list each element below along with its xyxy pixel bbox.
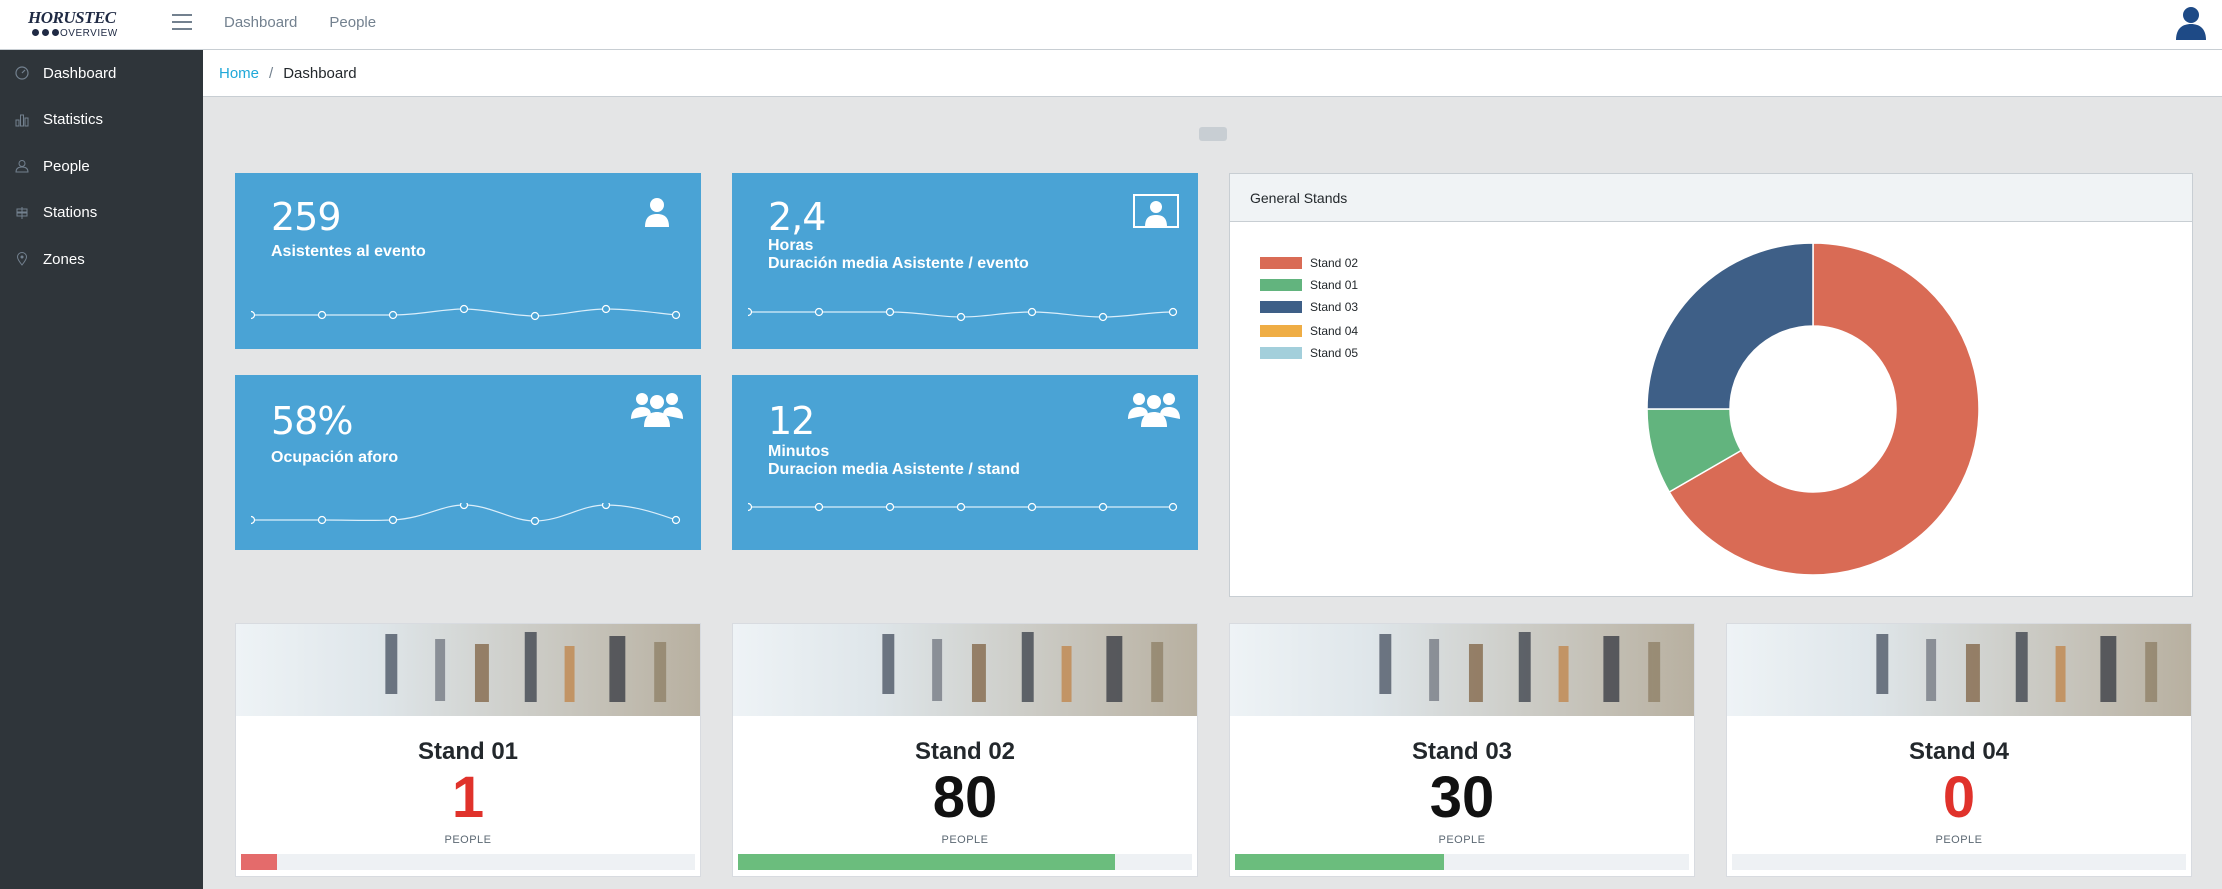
stand-card-01[interactable]: Stand 01 1 PEOPLE [235,623,701,877]
avatar[interactable] [2174,4,2208,40]
sidebar-item-stations[interactable]: Stations [0,190,203,237]
logo-subtitle: OVERVIEW [60,28,118,39]
kpi-sparkline [251,503,681,526]
users-group-icon [631,393,683,427]
sidebar-item-label: Zones [43,250,85,268]
legend-swatch [1260,257,1302,269]
stand-card-04[interactable]: Stand 04 0 PEOPLE [1726,623,2192,877]
stand-count: 1 [451,765,485,830]
user-icon [645,198,669,227]
breadcrumb-home-link[interactable]: Home [219,65,259,82]
legend-swatch [1260,279,1302,291]
kpi-sparkline [748,502,1178,512]
legend-label: Stand 01 [1310,278,1359,292]
sidebar-item-statistics[interactable]: Statistics [0,97,203,144]
kpi-sublabel: Duracion media Asistente / stand [768,461,1020,478]
user-icon [15,160,29,173]
panel-title: General Stands [1230,174,2192,222]
user-portrait-icon [1133,194,1179,228]
legend-item-stand-05[interactable]: Stand 05 [1260,342,1358,364]
stand-progress-bar [1732,854,2186,870]
kpi-label: Ocupación aforo [271,449,399,466]
breadcrumb: Home / Dashboard [203,50,2222,97]
kpi-card-hours: 2,4 Horas Duración media Asistente / eve… [732,173,1198,349]
sidebar-item-label: People [43,157,90,175]
stand-unit: PEOPLE [1935,834,1983,846]
stand-progress-fill [738,854,1115,870]
location-pin-icon [16,252,28,267]
kpi-card-minutes: 12 Minutos Duracion media Asistente / st… [732,375,1198,550]
legend-label: Stand 05 [1310,346,1359,360]
sidebar-item-label: Stations [43,204,98,222]
breadcrumb-separator: / [269,64,274,82]
donut-chart [1646,242,1980,576]
general-stands-panel: General Stands Stand 02 Stand 01 Stand 0… [1229,173,2193,597]
legend-label: Stand 03 [1310,300,1359,314]
kpi-label: Asistentes al evento [271,243,426,260]
crowd-photo [236,624,700,716]
kpi-value: 12 [768,399,815,443]
bar-chart-icon [15,114,29,127]
stand-count: 80 [932,765,998,830]
kpi-sparkline [251,304,681,321]
crowd-photo [1230,624,1694,716]
kpi-sparkline [748,307,1178,322]
stand-progress-bar [241,854,695,870]
legend-swatch [1260,347,1302,359]
top-nav: Dashboard People [224,14,376,31]
kpi-sublabel: Duración media Asistente / evento [768,255,1029,272]
kpi-label: Horas [768,237,814,254]
breadcrumb-current: Dashboard [283,64,357,82]
logo-brand: HORUSTEC [28,8,116,27]
legend-item-stand-01[interactable]: Stand 01 [1260,274,1358,296]
legend-item-stand-02[interactable]: Stand 02 [1260,252,1358,274]
menu-toggle-icon[interactable] [172,14,192,30]
donut-slice-stand-03[interactable] [1646,242,1814,410]
chart-legend: Stand 02 Stand 01 Stand 03 Stand 04 Stan… [1260,252,1358,364]
stand-unit: PEOPLE [444,834,492,846]
speedometer-icon [15,66,29,80]
kpi-value: 58% [271,399,353,443]
stand-card-03[interactable]: Stand 03 30 PEOPLE [1229,623,1695,877]
logo-dots [32,29,59,36]
legend-label: Stand 04 [1310,324,1359,338]
legend-item-stand-03[interactable]: Stand 03 [1260,296,1358,318]
stand-progress-fill [241,854,278,870]
legend-swatch [1260,301,1302,313]
stand-count: 0 [1942,765,1976,830]
stand-unit: PEOPLE [941,834,989,846]
kpi-value: 2,4 [768,195,826,239]
signpost-icon [16,206,28,219]
stand-progress-fill [1235,854,1444,870]
stand-progress-bar [738,854,1192,870]
stand-progress-bar [1235,854,1689,870]
kpi-card-occupancy: 58% Ocupación aforo [235,375,701,550]
kpi-value: 259 [271,195,342,239]
sidebar-item-label: Statistics [43,111,104,129]
collapse-handle[interactable] [1199,127,1227,141]
legend-label: Stand 02 [1310,256,1359,270]
crowd-photo [733,624,1197,716]
sidebar-item-people[interactable]: People [0,143,203,190]
top-nav-people[interactable]: People [329,14,376,31]
legend-item-stand-04[interactable]: Stand 04 [1260,320,1358,342]
users-group-icon [1128,393,1180,427]
stand-count: 30 [1429,765,1495,830]
top-nav-dashboard[interactable]: Dashboard [224,14,297,31]
legend-swatch [1260,325,1302,337]
logo[interactable]: HORUSTEC OVERVIEW [28,8,128,42]
stand-unit: PEOPLE [1438,834,1486,846]
top-header: HORUSTEC OVERVIEW Dashboard People [0,0,2222,50]
sidebar-item-label: Dashboard [43,64,117,82]
crowd-photo [1727,624,2191,716]
stand-card-02[interactable]: Stand 02 80 PEOPLE [732,623,1198,877]
kpi-label: Minutos [768,443,830,460]
sidebar-item-dashboard[interactable]: Dashboard [0,50,203,97]
sidebar: Dashboard Statistics People Stations Zon… [0,50,203,889]
sidebar-item-zones[interactable]: Zones [0,236,203,283]
kpi-card-attendees: 259 Asistentes al evento [235,173,701,349]
